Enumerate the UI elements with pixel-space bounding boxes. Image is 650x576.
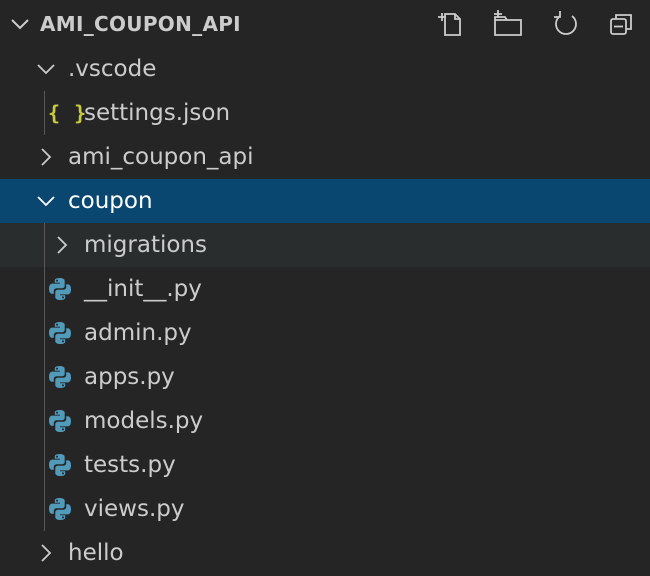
- tree-item-label: admin.py: [84, 320, 192, 346]
- python-icon: [47, 408, 73, 434]
- tree-folder-vscode[interactable]: .vscode: [0, 47, 650, 91]
- explorer-header[interactable]: AMI_COUPON_API: [0, 0, 650, 46]
- chevron-down-icon[interactable]: [34, 57, 58, 81]
- tree-file-apps-py[interactable]: apps.py: [0, 355, 650, 399]
- workspace-title: AMI_COUPON_API: [40, 12, 241, 36]
- tree-file-views-py[interactable]: views.py: [0, 487, 650, 531]
- chevron-right-icon[interactable]: [34, 541, 58, 565]
- new-folder-icon: [494, 10, 522, 36]
- refresh-button[interactable]: [550, 8, 582, 40]
- tree-item-label: ami_coupon_api: [68, 144, 254, 170]
- python-icon: [47, 364, 73, 390]
- tree-file-admin-py[interactable]: admin.py: [0, 311, 650, 355]
- tree-item-label: migrations: [84, 232, 207, 258]
- tree-item-label: tests.py: [84, 452, 176, 478]
- chevron-down-icon[interactable]: [34, 189, 58, 213]
- collapse-all-icon: [610, 14, 632, 35]
- refresh-icon: [554, 11, 577, 35]
- tree-folder-coupon[interactable]: coupon: [0, 179, 650, 223]
- tree-file-init-py[interactable]: __init__.py: [0, 267, 650, 311]
- tree-item-label: settings.json: [84, 100, 231, 126]
- python-icon: [47, 320, 73, 346]
- tree-item-label: apps.py: [84, 364, 175, 390]
- new-file-button[interactable]: [436, 8, 468, 40]
- tree-item-label: views.py: [84, 496, 185, 522]
- python-icon: [47, 496, 73, 522]
- chevron-down-icon[interactable]: [8, 12, 32, 36]
- python-icon: [47, 276, 73, 302]
- tree-folder-hello[interactable]: hello: [0, 531, 650, 575]
- tree-item-label: __init__.py: [84, 276, 202, 302]
- python-icon: [47, 452, 73, 478]
- new-file-icon: [438, 13, 461, 36]
- chevron-right-icon[interactable]: [34, 145, 58, 169]
- tree-item-label: hello: [68, 540, 124, 566]
- chevron-right-icon[interactable]: [50, 233, 74, 257]
- collapse-all-button[interactable]: [606, 8, 638, 40]
- tree-folder-migrations[interactable]: migrations: [0, 223, 650, 267]
- explorer-panel: AMI_COUPON_API .vscode {} settings.json…: [0, 0, 650, 576]
- indent-guide: [44, 91, 45, 135]
- tree-item-label: .vscode: [68, 56, 157, 82]
- tree-folder-ami-coupon-api[interactable]: ami_coupon_api: [0, 135, 650, 179]
- tree-item-label: coupon: [68, 188, 153, 214]
- json-icon: { }: [48, 101, 88, 125]
- new-folder-button[interactable]: [492, 8, 524, 40]
- tree-item-label: models.py: [84, 408, 204, 434]
- tree-file-settings-json[interactable]: { } settings.json: [0, 91, 650, 135]
- tree-file-models-py[interactable]: models.py: [0, 399, 650, 443]
- tree-file-tests-py[interactable]: tests.py: [0, 443, 650, 487]
